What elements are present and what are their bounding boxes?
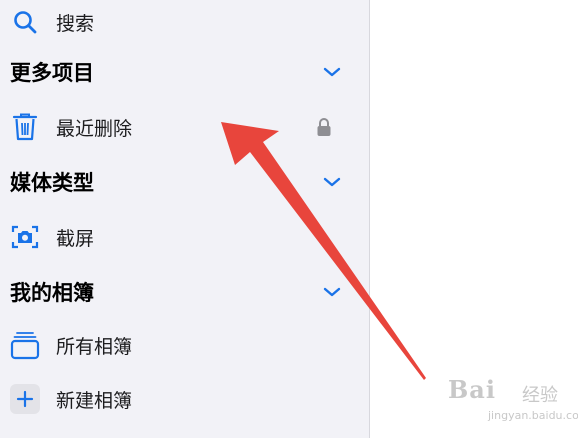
sidebar-item-all-albums[interactable]: 所有相簿 bbox=[0, 323, 370, 367]
section-title-media-types: 媒体类型 bbox=[10, 171, 94, 195]
sidebar-item-recently-deleted[interactable]: 最近删除 bbox=[0, 105, 370, 149]
sidebar-item-search[interactable]: 搜索 bbox=[0, 0, 370, 44]
new-album-label: 新建相簿 bbox=[56, 389, 133, 412]
screenshot-icon bbox=[10, 222, 40, 252]
watermark-logo: Bai bbox=[448, 375, 496, 404]
section-title-more: 更多项目 bbox=[10, 61, 94, 85]
sidebar-item-screenshots[interactable]: 截屏 bbox=[0, 215, 370, 259]
trash-icon bbox=[10, 112, 40, 142]
chevron-down-icon[interactable] bbox=[322, 172, 342, 192]
section-header-my-albums[interactable]: 我的相簿 bbox=[0, 270, 370, 314]
albums-stack-icon bbox=[10, 330, 40, 360]
sidebar: 搜索 更多项目 最近删除 媒体类型 截屏 我的相簿 所有相簿 新建相簿 bbox=[0, 0, 370, 438]
recently-deleted-label: 最近删除 bbox=[56, 117, 133, 140]
search-icon bbox=[10, 7, 40, 37]
watermark-url: jingyan.baidu.com bbox=[488, 409, 578, 422]
section-title-my-albums: 我的相簿 bbox=[10, 281, 94, 305]
screenshots-label: 截屏 bbox=[56, 227, 95, 250]
all-albums-label: 所有相簿 bbox=[56, 335, 133, 358]
watermark: Bai 经验 jingyan.baidu.com bbox=[448, 373, 578, 433]
section-header-more[interactable]: 更多项目 bbox=[0, 50, 370, 94]
search-label: 搜索 bbox=[56, 12, 95, 35]
chevron-down-icon[interactable] bbox=[322, 282, 342, 302]
section-header-media-types[interactable]: 媒体类型 bbox=[0, 160, 370, 204]
lock-icon bbox=[314, 115, 334, 139]
watermark-text: 经验 bbox=[522, 385, 558, 406]
new-album-button[interactable]: 新建相簿 bbox=[0, 377, 370, 421]
plus-icon bbox=[10, 384, 40, 414]
chevron-down-icon[interactable] bbox=[322, 62, 342, 82]
